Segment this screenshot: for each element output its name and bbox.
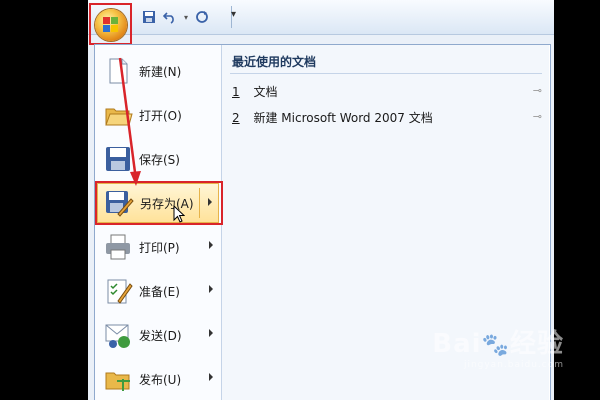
paw-icon: 🐾	[481, 333, 510, 358]
watermark-suffix: 经验	[509, 329, 564, 359]
watermark-text: Bai	[432, 329, 482, 359]
watermark-url: jingyan.baidu.com	[463, 360, 564, 370]
mouse-cursor-icon	[173, 205, 185, 223]
baidu-watermark: Bai🐾经验 jingyan.baidu.com	[432, 323, 564, 370]
